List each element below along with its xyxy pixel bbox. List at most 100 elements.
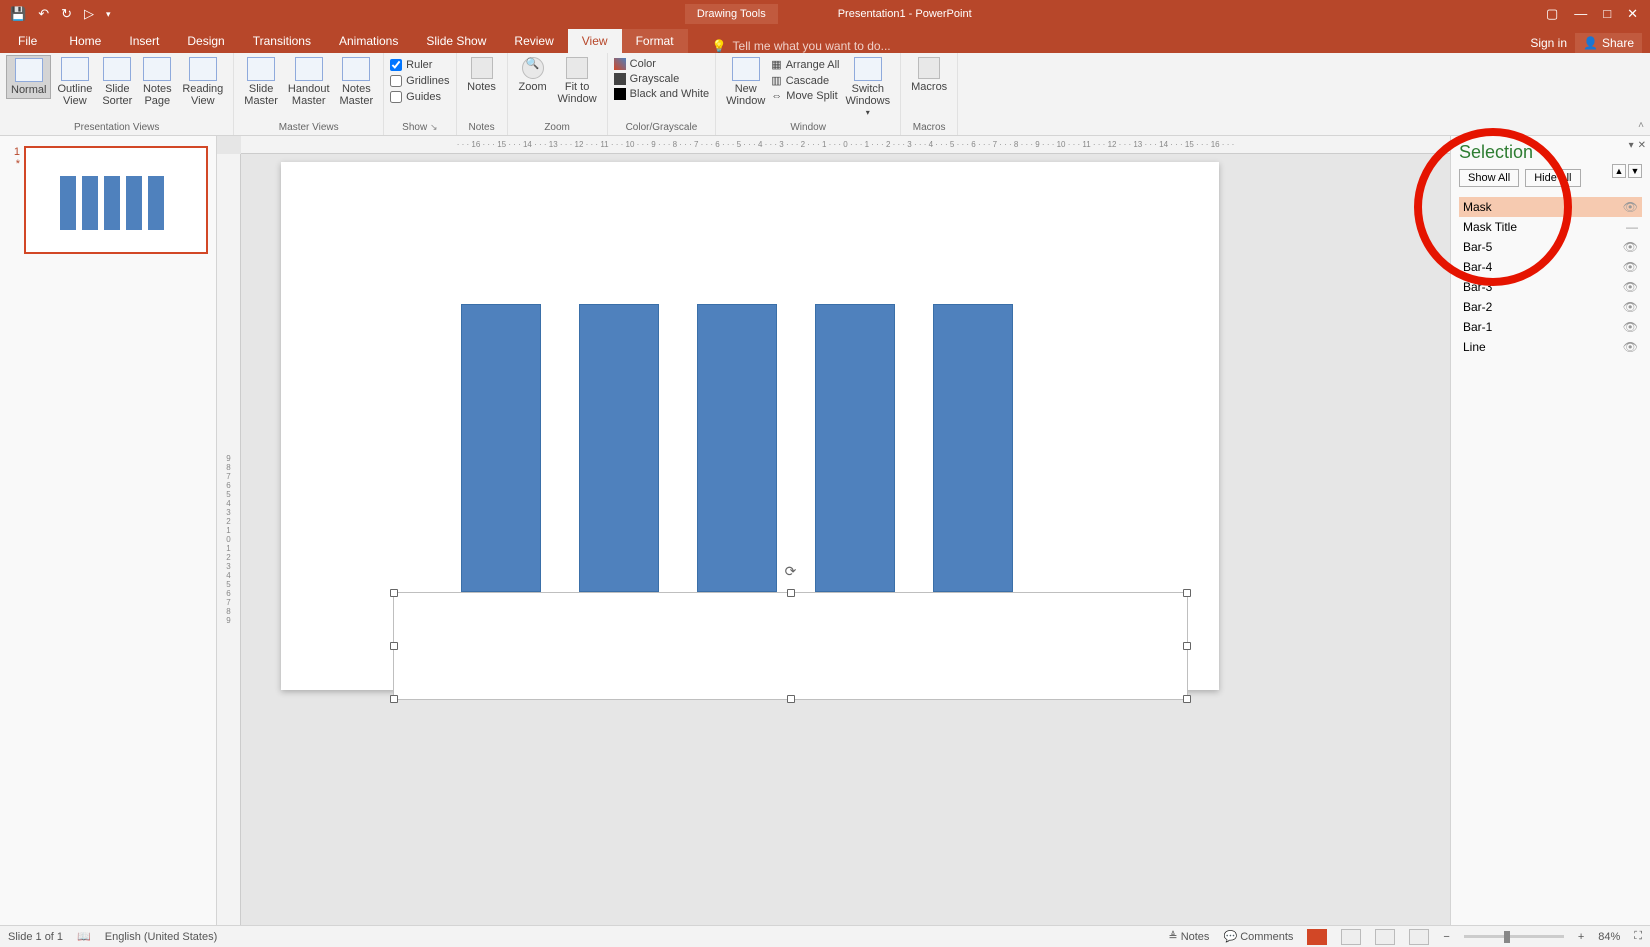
vertical-ruler[interactable]: 9876543210123456789: [217, 154, 241, 925]
normal-button[interactable]: Normal: [6, 55, 51, 99]
shape-bar-4[interactable]: [815, 304, 895, 592]
grayscale-button[interactable]: Grayscale: [614, 73, 709, 85]
tab-view[interactable]: View: [568, 29, 622, 53]
zoom-out-button[interactable]: −: [1443, 931, 1449, 943]
ribbon-display-options-icon[interactable]: ▢: [1546, 6, 1558, 22]
notes-page-button[interactable]: Notes Page: [138, 55, 176, 109]
tab-home[interactable]: Home: [55, 29, 115, 53]
selection-item-bar-2[interactable]: Bar-2 👁: [1459, 297, 1642, 317]
black-white-button[interactable]: Black and White: [614, 88, 709, 100]
close-icon[interactable]: ✕: [1627, 6, 1638, 22]
hide-all-button[interactable]: Hide All: [1525, 169, 1580, 187]
thumbnail-frame[interactable]: [24, 146, 208, 254]
zoom-in-button[interactable]: +: [1578, 931, 1584, 943]
notes-toggle[interactable]: ≜ Notes: [1168, 930, 1209, 943]
zoom-slider[interactable]: [1464, 935, 1564, 938]
guides-checkbox[interactable]: Guides: [390, 91, 449, 103]
animation-star-icon: *: [8, 158, 20, 170]
minimize-icon[interactable]: —: [1574, 6, 1587, 22]
ruler-checkbox[interactable]: Ruler: [390, 59, 449, 71]
tab-review[interactable]: Review: [500, 29, 567, 53]
notes-master-button[interactable]: Notes Master: [336, 55, 378, 109]
rotate-handle-icon[interactable]: ⟳: [783, 563, 799, 579]
selection-item-mask-title[interactable]: Mask Title—: [1459, 217, 1642, 237]
share-button[interactable]: 👤 Share: [1575, 33, 1642, 53]
eye-visible-icon[interactable]: 👁: [1623, 320, 1638, 334]
normal-view-button[interactable]: [1307, 929, 1327, 945]
outline-view-button[interactable]: Outline View: [53, 55, 96, 109]
eye-hidden-icon[interactable]: —: [1626, 220, 1638, 234]
close-pane-icon[interactable]: ✕: [1638, 140, 1646, 151]
shape-mask-selected[interactable]: ⟳: [393, 592, 1188, 700]
eye-visible-icon[interactable]: 👁: [1623, 260, 1638, 274]
eye-visible-icon[interactable]: 👁: [1623, 300, 1638, 314]
selection-item-line[interactable]: Line👁: [1459, 337, 1642, 357]
color-button[interactable]: Color: [614, 58, 709, 70]
sorter-view-button[interactable]: [1341, 929, 1361, 945]
send-backward-button[interactable]: ▼: [1628, 164, 1642, 178]
notes-button[interactable]: Notes: [463, 55, 501, 95]
selection-item-label: Bar-2: [1463, 300, 1492, 314]
slide-master-button[interactable]: Slide Master: [240, 55, 282, 109]
horizontal-ruler[interactable]: · · · 16 · · · 15 · · · 14 · · · 13 · · …: [241, 136, 1450, 154]
task-pane-options-icon[interactable]: ▾: [1629, 140, 1634, 151]
fit-to-window-status-button[interactable]: ⛶: [1634, 930, 1642, 943]
show-all-button[interactable]: Show All: [1459, 169, 1519, 187]
selection-item-mask[interactable]: Mask👁: [1459, 197, 1642, 217]
handout-master-button[interactable]: Handout Master: [284, 55, 334, 109]
save-icon[interactable]: 💾: [10, 6, 26, 22]
tab-format[interactable]: Format: [622, 29, 688, 53]
shape-bar-5[interactable]: [933, 304, 1013, 592]
tab-slideshow[interactable]: Slide Show: [412, 29, 500, 53]
reading-view-button[interactable]: [1375, 929, 1395, 945]
cascade-button[interactable]: ▥Cascade: [771, 74, 839, 87]
move-split-button[interactable]: ⇔Move Split: [771, 90, 839, 102]
selection-item-bar-4[interactable]: Bar-4👁: [1459, 257, 1642, 277]
gridlines-checkbox[interactable]: Gridlines: [390, 75, 449, 87]
tab-file[interactable]: File: [0, 29, 55, 53]
slide-indicator[interactable]: Slide 1 of 1: [8, 931, 63, 943]
eye-visible-icon[interactable]: 👁: [1623, 280, 1638, 294]
titlebar: 💾 ↶ ↻ ▷ ▾ Drawing Tools Presentation1 - …: [0, 0, 1650, 28]
tell-me-search[interactable]: 💡 Tell me what you want to do...: [688, 39, 1531, 53]
arrange-all-button[interactable]: ▦Arrange All: [771, 58, 839, 71]
zoom-level[interactable]: 84%: [1598, 931, 1620, 943]
macros-button[interactable]: Macros: [907, 55, 951, 95]
sign-in-link[interactable]: Sign in: [1530, 36, 1567, 50]
tab-design[interactable]: Design: [173, 29, 238, 53]
start-from-beginning-icon[interactable]: ▷: [84, 6, 94, 22]
tab-transitions[interactable]: Transitions: [239, 29, 325, 53]
eye-visible-icon[interactable]: 👁: [1623, 340, 1638, 354]
tab-insert[interactable]: Insert: [115, 29, 173, 53]
selection-item-bar-3[interactable]: Bar-3👁: [1459, 277, 1642, 297]
language-indicator[interactable]: English (United States): [105, 931, 218, 943]
comments-toggle[interactable]: 💬 Comments: [1223, 930, 1293, 943]
spellcheck-icon[interactable]: 📖: [77, 930, 91, 943]
slideshow-view-button[interactable]: [1409, 929, 1429, 945]
eye-visible-icon[interactable]: 👁: [1623, 240, 1638, 254]
zoom-button[interactable]: 🔍Zoom: [514, 55, 552, 95]
redo-icon[interactable]: ↻: [61, 6, 72, 22]
fit-to-window-button[interactable]: Fit to Window: [554, 55, 601, 107]
collapse-ribbon-icon[interactable]: ˄: [1638, 120, 1644, 131]
maximize-icon[interactable]: □: [1603, 6, 1611, 22]
slide-canvas-wrap[interactable]: ⟳: [241, 154, 1450, 925]
show-dialog-launcher-icon[interactable]: ↘: [430, 122, 438, 132]
shape-bar-1[interactable]: [461, 304, 541, 592]
bring-forward-button[interactable]: ▲: [1612, 164, 1626, 178]
slide[interactable]: ⟳: [281, 162, 1219, 690]
tab-animations[interactable]: Animations: [325, 29, 412, 53]
selection-item-bar-1[interactable]: Bar-1👁: [1459, 317, 1642, 337]
thumbnail-slide-1[interactable]: 1 *: [8, 146, 208, 254]
shape-bar-3[interactable]: [697, 304, 777, 592]
switch-windows-button[interactable]: Switch Windows ▾: [842, 55, 895, 120]
selection-item-bar-5[interactable]: Bar-5👁: [1459, 237, 1642, 257]
shape-bar-2[interactable]: [579, 304, 659, 592]
new-window-button[interactable]: New Window: [722, 55, 769, 109]
slide-sorter-button[interactable]: Slide Sorter: [98, 55, 136, 109]
undo-icon[interactable]: ↶: [38, 6, 49, 22]
eye-visible-icon[interactable]: 👁: [1623, 200, 1638, 214]
normal-icon: [15, 58, 43, 82]
slide-thumbnail-panel[interactable]: 1 *: [0, 136, 217, 925]
reading-view-button[interactable]: Reading View: [178, 55, 227, 109]
